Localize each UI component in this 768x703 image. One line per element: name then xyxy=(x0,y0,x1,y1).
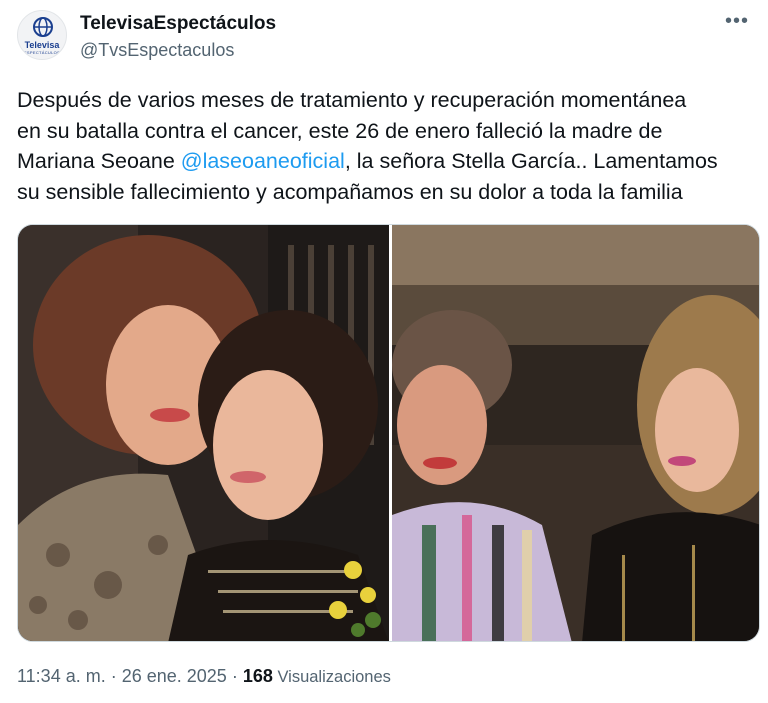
mention-link[interactable]: @laseoaneoficial xyxy=(181,149,345,173)
tweet-time[interactable]: 11:34 a. m. xyxy=(17,666,106,686)
photo-2[interactable] xyxy=(392,225,759,641)
photo-1[interactable] xyxy=(18,225,389,641)
avatar-logo-text: Televisa xyxy=(24,40,60,50)
tweet-text-segment: Mariana Seoane xyxy=(17,149,181,173)
avatar-logo-subtext: ESPECTÁCULOS xyxy=(23,50,61,55)
photo-1-image xyxy=(18,225,389,641)
tweet-text: Después de varios meses de tratamiento y… xyxy=(17,85,752,207)
views-count: 168 xyxy=(242,666,273,686)
more-horizontal-icon: ••• xyxy=(724,10,749,32)
tweet-text-segment: , la señora Stella García.. Lamentamos xyxy=(344,149,718,173)
media-grid xyxy=(17,224,760,642)
tweet-line: Después de varios meses de tratamiento y… xyxy=(17,88,687,112)
tweet-meta: 11:34 a. m. · 26 ene. 2025 · 168 Visuali… xyxy=(17,666,391,687)
meta-separator: · xyxy=(105,666,122,686)
display-name[interactable]: TelevisaEspectáculos xyxy=(80,13,276,35)
tweet-line: Mariana Seoane @laseoaneoficial, la seño… xyxy=(17,146,752,177)
tweet-line: su sensible fallecimiento y acompañamos … xyxy=(17,179,683,204)
account-handle[interactable]: @TvsEspectaculos xyxy=(80,40,234,61)
avatar[interactable]: Televisa ESPECTÁCULOS xyxy=(17,10,67,60)
tweet-line: en su batalla contra el cancer, este 26 … xyxy=(17,118,663,143)
photo-2-image xyxy=(392,225,759,641)
views-label: Visualizaciones xyxy=(272,668,391,686)
tweet-date[interactable]: 26 ene. 2025 xyxy=(122,666,227,686)
more-options-button[interactable]: ••• xyxy=(724,10,750,36)
meta-separator: · xyxy=(226,666,243,686)
